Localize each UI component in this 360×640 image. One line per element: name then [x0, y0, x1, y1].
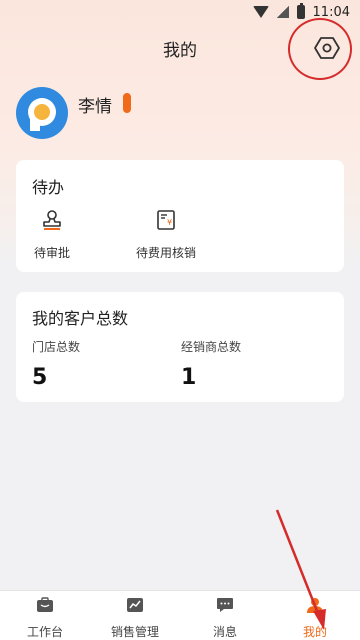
- todo-item-expense[interactable]: ¥ 待费用核销: [124, 208, 208, 261]
- message-icon: [217, 598, 233, 612]
- tab-label: 我的: [302, 625, 327, 639]
- stat-value: 1: [181, 365, 197, 390]
- stat-label: 经销商总数: [181, 340, 242, 354]
- tab-label: 工作台: [26, 625, 63, 639]
- battery-charging-icon: [296, 3, 305, 19]
- avatar-dot: [34, 104, 50, 120]
- profile-icon: [307, 598, 323, 613]
- customers-title: 我的客户总数: [32, 309, 129, 328]
- avatar[interactable]: [16, 87, 68, 139]
- annotation-circle: [288, 18, 352, 80]
- bottom-tab-bar: 工作台 销售管理 消息 我的: [0, 590, 360, 640]
- expense-document-icon: ¥: [157, 210, 175, 230]
- stat-distributors[interactable]: 经销商总数 1: [181, 338, 241, 390]
- tab-messages[interactable]: 消息: [180, 591, 270, 640]
- user-name: 李情: [78, 97, 112, 117]
- briefcase-icon: [37, 597, 53, 612]
- stat-label: 门店总数: [32, 340, 81, 354]
- tab-profile[interactable]: 我的: [270, 591, 360, 640]
- stamp-icon: [43, 210, 61, 230]
- todo-card: 待办 待审批 ¥ 待费用核销: [16, 160, 344, 272]
- tab-workbench[interactable]: 工作台: [0, 591, 90, 640]
- stat-stores[interactable]: 门店总数 5: [32, 338, 80, 390]
- customers-card: 我的客户总数 门店总数 5 经销商总数 1: [16, 292, 344, 402]
- svg-text:¥: ¥: [167, 218, 172, 227]
- tab-sales[interactable]: 销售管理: [90, 591, 180, 640]
- stat-value: 5: [32, 365, 48, 390]
- tab-label: 销售管理: [110, 625, 159, 639]
- todo-item-approval[interactable]: 待审批: [32, 208, 72, 261]
- tab-label: 消息: [212, 625, 237, 639]
- no-signal-icon: [276, 6, 289, 18]
- todo-title: 待办: [32, 178, 65, 197]
- todo-label: 待费用核销: [135, 246, 196, 260]
- todo-label: 待审批: [33, 246, 70, 260]
- chart-icon: [127, 598, 143, 612]
- wifi-icon: [252, 6, 269, 18]
- user-tag: [123, 93, 131, 113]
